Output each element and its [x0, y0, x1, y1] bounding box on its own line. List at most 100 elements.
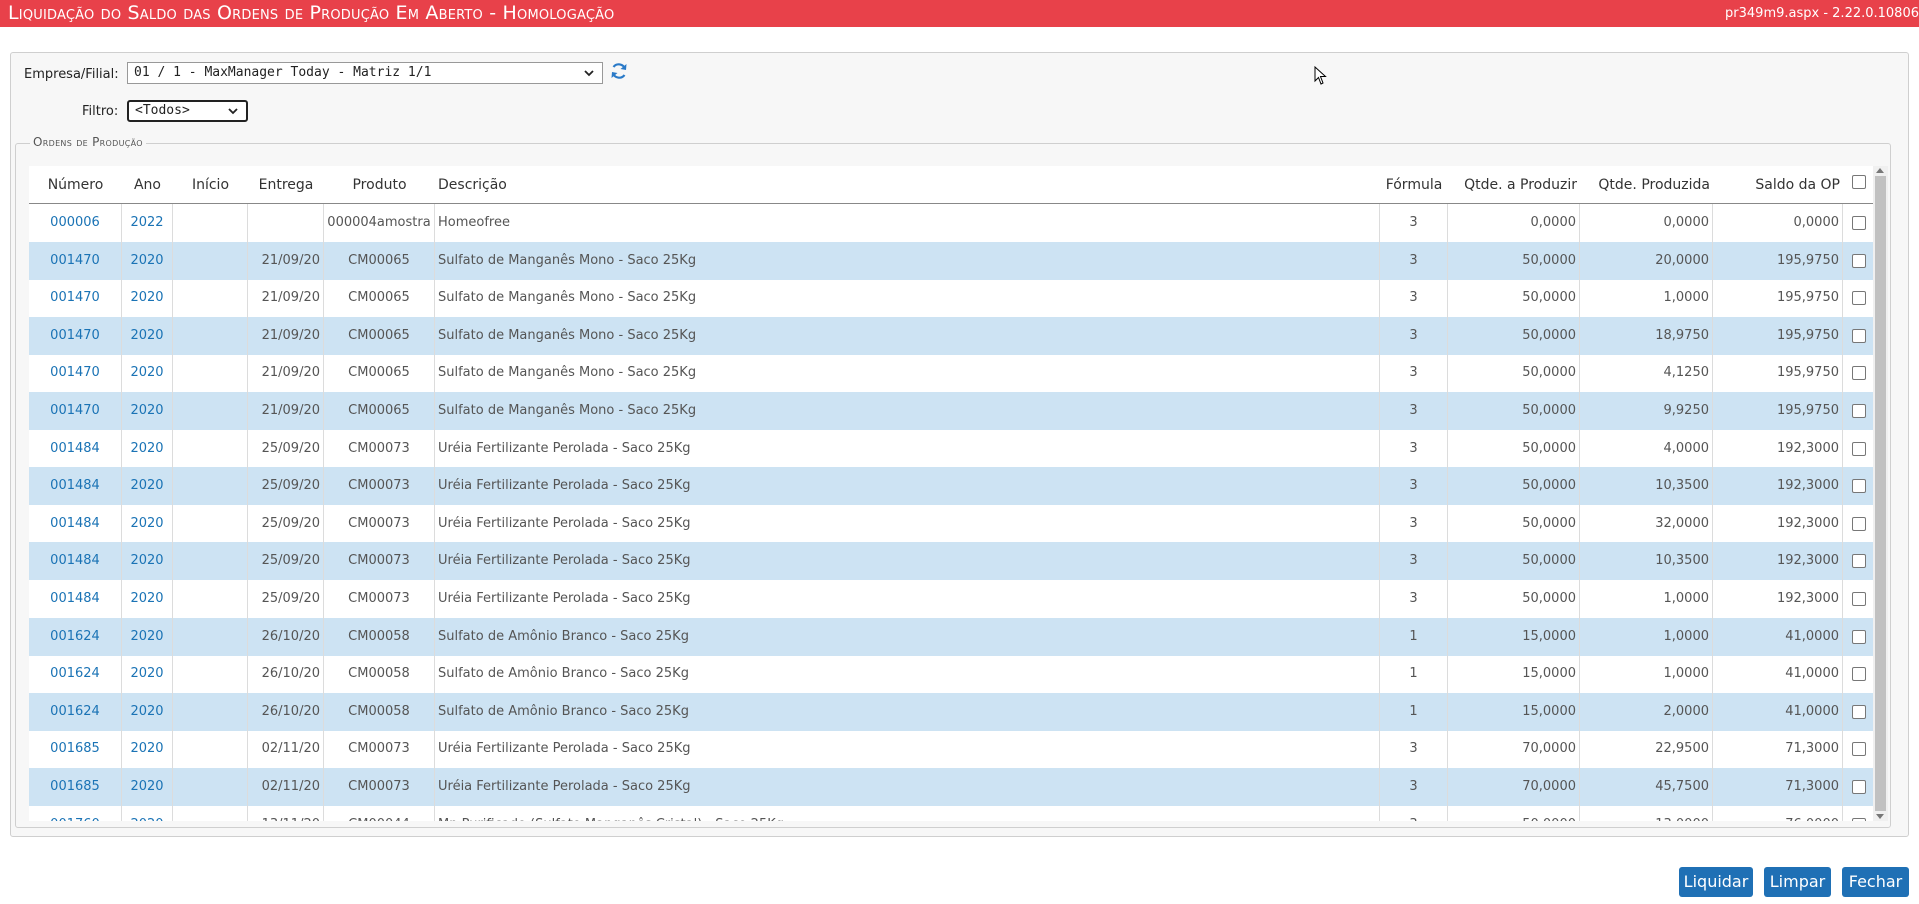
cell-ano[interactable]: 2020 — [122, 655, 173, 694]
table-row[interactable]: 001624 2020 26/10/20 CM00058 Sulfato de Amôn… — [29, 655, 1873, 694]
cell-inicio — [173, 279, 248, 318]
table-row[interactable]: 001484 2020 25/09/20 CM00073 Uréia Fertiliza… — [29, 504, 1873, 543]
row-checkbox[interactable] — [1852, 441, 1866, 456]
col-qtde-produzir[interactable]: Qtde. a Produzir — [1448, 166, 1580, 203]
filtro-select[interactable]: <Todos> — [127, 100, 248, 122]
table-row[interactable]: 001484 2020 25/09/20 CM00073 Uréia Fertiliza… — [29, 467, 1873, 506]
col-inicio[interactable]: Início — [173, 166, 248, 203]
scroll-thumb[interactable] — [1875, 176, 1886, 811]
cell-numero[interactable]: 001484 — [29, 429, 122, 468]
cell-ano[interactable]: 2022 — [122, 204, 173, 242]
col-ano[interactable]: Ano — [122, 166, 173, 203]
row-checkbox[interactable] — [1852, 592, 1866, 606]
cell-numero[interactable]: 001624 — [29, 692, 122, 731]
cell-descricao: Sulfato de Manganês Mono - Saco 25Kg — [435, 316, 1380, 355]
row-checkbox[interactable] — [1852, 742, 1866, 757]
col-saldo-op[interactable]: Saldo da OP — [1713, 166, 1843, 203]
cell-numero[interactable]: 001624 — [29, 655, 122, 694]
table-row[interactable]: 001470 2020 21/09/20 CM00065 Sulfato de Mang… — [29, 392, 1873, 430]
grid-scrollbar[interactable] — [1873, 166, 1888, 821]
cell-qtde-produzir: 70,0000 — [1448, 730, 1580, 769]
scroll-down-arrow-icon[interactable] — [1876, 814, 1884, 819]
cell-ano[interactable]: 2020 — [122, 316, 173, 355]
cell-ano[interactable]: 2020 — [122, 354, 173, 393]
table-row[interactable]: 001685 2020 02/11/20 CM00073 Uréia Fertiliza… — [29, 730, 1873, 769]
cell-ano[interactable]: 2020 — [122, 692, 173, 731]
fechar-button[interactable]: Fechar — [1842, 867, 1909, 897]
liquidar-button[interactable]: Liquidar — [1679, 867, 1753, 897]
cell-ano[interactable]: 2020 — [122, 768, 173, 806]
cell-ano[interactable]: 2020 — [122, 279, 173, 318]
limpar-button[interactable]: Limpar — [1764, 867, 1831, 897]
cell-ano[interactable]: 2020 — [122, 805, 173, 821]
cell-numero[interactable]: 000006 — [29, 204, 122, 242]
cell-numero[interactable]: 001685 — [29, 768, 122, 806]
row-checkbox[interactable] — [1852, 253, 1866, 268]
row-checkbox[interactable] — [1852, 516, 1866, 531]
row-checkbox[interactable] — [1852, 328, 1866, 343]
cell-numero[interactable]: 001484 — [29, 542, 122, 581]
table-row[interactable]: 001470 2020 21/09/20 CM00065 Sulfato de Mang… — [29, 241, 1873, 280]
select-all-checkbox[interactable] — [1852, 175, 1866, 189]
table-row[interactable]: 001685 2020 02/11/20 CM00073 Uréia Fertiliza… — [29, 768, 1873, 806]
cell-ano[interactable]: 2020 — [122, 429, 173, 468]
scroll-up-arrow-icon[interactable] — [1876, 168, 1884, 173]
table-row[interactable]: 001484 2020 25/09/20 CM00073 Uréia Fertiliza… — [29, 429, 1873, 468]
cell-ano[interactable]: 2020 — [122, 580, 173, 618]
row-checkbox[interactable] — [1852, 704, 1866, 719]
cell-inicio — [173, 542, 248, 581]
col-descricao[interactable]: Descrição — [435, 166, 1380, 203]
cell-formula: 1 — [1380, 617, 1448, 656]
row-checkbox[interactable] — [1852, 216, 1866, 230]
cell-numero[interactable]: 001470 — [29, 279, 122, 318]
col-qtde-produzida[interactable]: Qtde. Produzida — [1580, 166, 1713, 203]
col-numero[interactable]: Número — [29, 166, 122, 203]
cell-formula: 3 — [1380, 429, 1448, 468]
row-checkbox[interactable] — [1852, 404, 1866, 418]
cell-numero[interactable]: 001470 — [29, 316, 122, 355]
table-row[interactable]: 0017602020 13/11/20CM00044Mn Purificado (… — [29, 805, 1873, 821]
cell-ano[interactable]: 2020 — [122, 467, 173, 506]
col-formula[interactable]: Fórmula — [1380, 166, 1448, 203]
cell-numero[interactable]: 001470 — [29, 241, 122, 280]
table-row[interactable]: 001470 2020 21/09/20 CM00065 Sulfato de Mang… — [29, 279, 1873, 318]
cell-descricao: Sulfato de Manganês Mono - Saco 25Kg — [435, 354, 1380, 393]
col-produto[interactable]: Produto — [324, 166, 435, 203]
table-row[interactable]: 001624 2020 26/10/20 CM00058 Sulfato de Amôn… — [29, 692, 1873, 731]
row-checkbox[interactable] — [1852, 554, 1866, 569]
cell-numero[interactable]: 001470 — [29, 354, 122, 393]
cell-produto: CM00073 — [324, 730, 435, 769]
row-checkbox[interactable] — [1852, 780, 1866, 794]
cell-numero[interactable]: 001484 — [29, 504, 122, 543]
row-checkbox[interactable] — [1852, 291, 1866, 306]
cell-ano[interactable]: 2020 — [122, 542, 173, 581]
cell-entrega: 02/11/20 — [248, 768, 324, 806]
table-row[interactable]: 001470 2020 21/09/20 CM00065 Sulfato de Mang… — [29, 316, 1873, 355]
cell-saldo-op: 195,9750 — [1713, 279, 1843, 318]
table-row[interactable]: 000006 2022 000004amostra Homeofree 3 0,0000 0… — [29, 204, 1873, 242]
table-row[interactable]: 001624 2020 26/10/20 CM00058 Sulfato de Amôn… — [29, 617, 1873, 656]
table-row[interactable]: 001484 2020 25/09/20 CM00073 Uréia Fertiliza… — [29, 542, 1873, 581]
cell-ano[interactable]: 2020 — [122, 730, 173, 769]
cell-ano[interactable]: 2020 — [122, 504, 173, 543]
cell-numero[interactable]: 001484 — [29, 467, 122, 506]
cell-numero[interactable]: 001685 — [29, 730, 122, 769]
row-checkbox[interactable] — [1852, 817, 1866, 821]
table-row[interactable]: 001470 2020 21/09/20 CM00065 Sulfato de Mang… — [29, 354, 1873, 393]
row-checkbox[interactable] — [1852, 366, 1866, 381]
cell-numero[interactable]: 001470 — [29, 392, 122, 430]
row-checkbox[interactable] — [1852, 479, 1866, 494]
table-row[interactable]: 001484 2020 25/09/20 CM00073 Uréia Fertiliza… — [29, 580, 1873, 618]
cell-numero[interactable]: 001624 — [29, 617, 122, 656]
cell-numero[interactable]: 001484 — [29, 580, 122, 618]
row-checkbox[interactable] — [1852, 667, 1866, 682]
cell-ano[interactable]: 2020 — [122, 392, 173, 430]
col-entrega[interactable]: Entrega — [248, 166, 324, 203]
cell-numero[interactable]: 001760 — [29, 805, 122, 821]
cell-inicio — [173, 241, 248, 280]
row-checkbox[interactable] — [1852, 629, 1866, 644]
refresh-icon[interactable] — [609, 61, 629, 81]
empresa-select[interactable]: 01 / 1 - MaxManager Today - Matriz 1/1 — [127, 62, 603, 84]
cell-ano[interactable]: 2020 — [122, 617, 173, 656]
cell-ano[interactable]: 2020 — [122, 241, 173, 280]
